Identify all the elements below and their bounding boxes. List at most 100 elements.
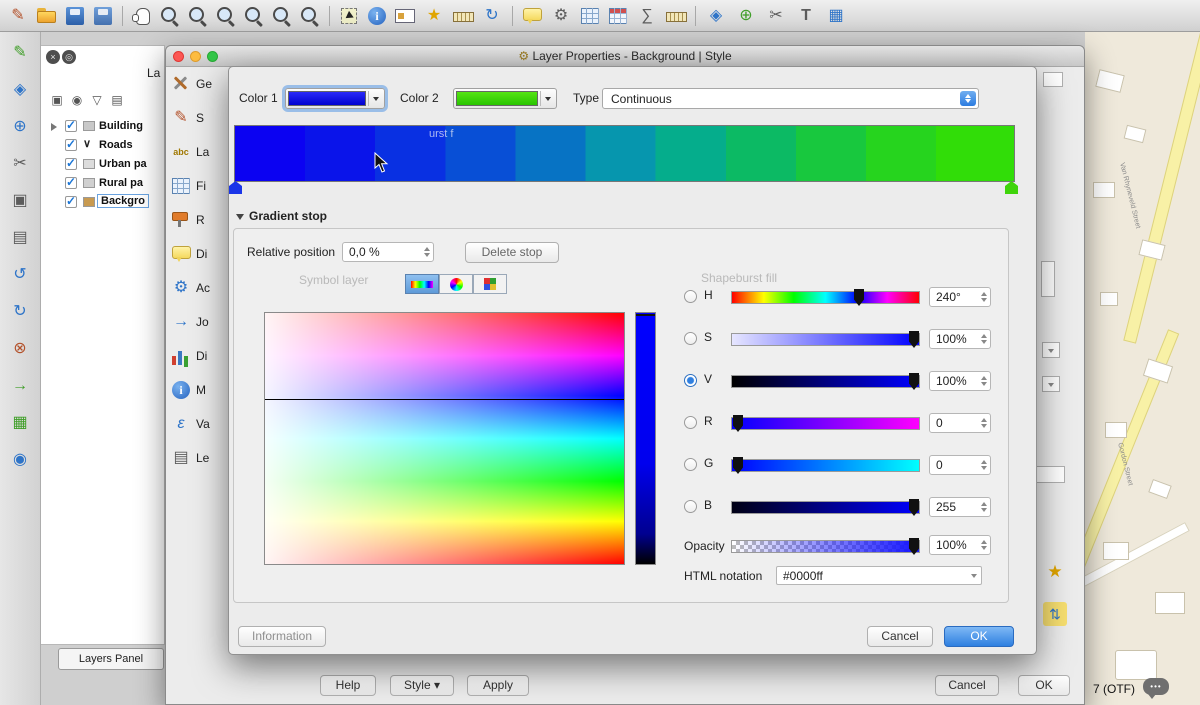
collapse-triangle-icon[interactable]: [236, 214, 244, 220]
value-slider[interactable]: [635, 312, 656, 565]
dialog-ok-button[interactable]: OK: [1018, 675, 1070, 696]
radio-g[interactable]: [684, 458, 697, 471]
dialog-cancel-button[interactable]: Cancel: [935, 675, 999, 696]
delete-selected-icon[interactable]: ⊗: [7, 336, 33, 362]
h-slider[interactable]: [731, 291, 920, 304]
measure-area-icon[interactable]: [665, 5, 687, 27]
s-slider-handle[interactable]: [909, 331, 919, 348]
g-slider[interactable]: [731, 459, 920, 472]
tab-rendering[interactable]: R: [170, 209, 228, 235]
gradient-preview[interactable]: urst f: [234, 125, 1015, 182]
ok-button[interactable]: OK: [944, 626, 1014, 647]
move-feature-icon[interactable]: ◈: [7, 77, 33, 103]
radio-h[interactable]: [684, 290, 697, 303]
pan-map-icon[interactable]: [131, 5, 153, 27]
tab-actions[interactable]: ⚙Ac: [170, 277, 228, 303]
layer-checkbox[interactable]: ✓: [65, 177, 77, 189]
apply-button[interactable]: Apply: [467, 675, 529, 696]
zoom-last-icon[interactable]: [271, 5, 293, 27]
b-slider-handle[interactable]: [909, 499, 919, 516]
close-panel-icon[interactable]: ×: [46, 50, 60, 64]
toggle-editing-icon[interactable]: ◉: [7, 447, 33, 473]
float-panel-icon[interactable]: ◎: [62, 50, 76, 64]
bookmarks-icon[interactable]: ★: [422, 4, 446, 28]
digitize-pen-icon[interactable]: ✎: [7, 40, 33, 66]
layer-item-rural-parks[interactable]: Rural pa: [99, 177, 143, 189]
add-group-icon[interactable]: ▣: [49, 92, 65, 108]
layer-item-roads[interactable]: Roads: [99, 139, 133, 151]
sort-icon[interactable]: ⇅: [1043, 602, 1067, 626]
favorites-star-icon[interactable]: ★: [1043, 560, 1067, 584]
expand-all-icon[interactable]: ▤: [109, 92, 125, 108]
r-spinbox[interactable]: 0: [929, 413, 991, 433]
tab-labels[interactable]: abcLa: [170, 141, 228, 167]
information-button[interactable]: Information: [238, 626, 326, 647]
zoom-out-icon[interactable]: [187, 5, 209, 27]
save-project-icon[interactable]: [64, 5, 86, 27]
help-button[interactable]: Help: [320, 675, 376, 696]
layers-panel-tab[interactable]: Layers Panel: [58, 648, 164, 670]
layer-checkbox[interactable]: ✓: [65, 139, 77, 151]
html-notation-field[interactable]: #0000ff: [776, 566, 982, 585]
g-slider-handle[interactable]: [733, 457, 743, 474]
tab-general[interactable]: Ge: [170, 73, 228, 99]
tab-variables[interactable]: εVa: [170, 413, 228, 439]
g-spinbox[interactable]: 0: [929, 455, 991, 475]
undo-icon[interactable]: ↺: [7, 262, 33, 288]
radio-r[interactable]: [684, 416, 697, 429]
layer-checkbox[interactable]: ✓: [65, 120, 77, 132]
v-spinbox[interactable]: 100%: [929, 371, 991, 391]
radio-b[interactable]: [684, 500, 697, 513]
zoom-next-icon[interactable]: [299, 5, 321, 27]
options-icon[interactable]: ⚙: [549, 4, 573, 28]
redo-icon[interactable]: ↻: [7, 299, 33, 325]
delete-stop-button[interactable]: Delete stop: [465, 242, 559, 263]
statistics-icon[interactable]: ∑: [635, 4, 659, 28]
expander-icon[interactable]: [51, 123, 57, 131]
map-tips-icon[interactable]: [521, 5, 543, 27]
add-raster-icon[interactable]: ▦: [824, 4, 848, 28]
dropdown-fragment[interactable]: [1042, 342, 1060, 358]
layer-item-background-selected[interactable]: Backgro: [97, 194, 149, 208]
edit-pen-icon[interactable]: ✎: [6, 4, 30, 28]
select-features-icon[interactable]: [338, 5, 360, 27]
feedback-bubble-icon[interactable]: •••: [1143, 678, 1169, 695]
tab-color-wheel[interactable]: [439, 274, 473, 294]
s-slider[interactable]: [731, 333, 920, 346]
copy-features-icon[interactable]: ▣: [7, 188, 33, 214]
add-feature-icon[interactable]: ⊕: [734, 4, 758, 28]
save-as-icon[interactable]: [92, 5, 114, 27]
close-window-icon[interactable]: [173, 51, 184, 62]
tab-joins[interactable]: →Jo: [170, 311, 228, 337]
feature-form-icon[interactable]: [394, 5, 416, 27]
measure-icon[interactable]: [452, 5, 474, 27]
h-slider-handle[interactable]: [854, 289, 864, 306]
h-spinbox[interactable]: 240°: [929, 287, 991, 307]
cancel-button[interactable]: Cancel: [867, 626, 933, 647]
layer-checkbox[interactable]: ✓: [65, 196, 77, 208]
zoom-full-icon[interactable]: [243, 5, 265, 27]
style-menu-button[interactable]: Style ▾: [390, 675, 454, 696]
color2-button[interactable]: [453, 88, 557, 109]
tab-display[interactable]: Di: [170, 243, 228, 269]
tab-fields[interactable]: Fi: [170, 175, 228, 201]
filter-legend-icon[interactable]: ▽: [89, 92, 105, 108]
dialog-titlebar[interactable]: ⚙ Layer Properties - Background | Style: [166, 46, 1084, 67]
raster-table-icon[interactable]: [607, 5, 629, 27]
map-canvas[interactable]: Van Rhyneveld Street Gordon Street 7 (OT…: [1085, 32, 1200, 705]
tab-metadata[interactable]: iM: [170, 379, 228, 405]
relative-position-spinbox[interactable]: 0,0 %: [342, 242, 434, 262]
type-dropdown[interactable]: Continuous: [602, 88, 979, 109]
refresh-map-icon[interactable]: ↻: [480, 4, 504, 28]
identify-features-icon[interactable]: i: [366, 5, 388, 27]
b-spinbox[interactable]: 255: [929, 497, 991, 517]
radio-v[interactable]: [684, 374, 697, 387]
gradient-stop-left[interactable]: [229, 181, 242, 194]
dropdown-fragment[interactable]: [1042, 376, 1060, 392]
s-spinbox[interactable]: 100%: [929, 329, 991, 349]
color1-button[interactable]: [285, 88, 385, 109]
v-channel-slider[interactable]: [731, 375, 920, 388]
cut-features-icon[interactable]: ✂: [7, 151, 33, 177]
tab-legend[interactable]: ▤Le: [170, 447, 228, 473]
label-tool-icon[interactable]: T: [794, 4, 818, 28]
